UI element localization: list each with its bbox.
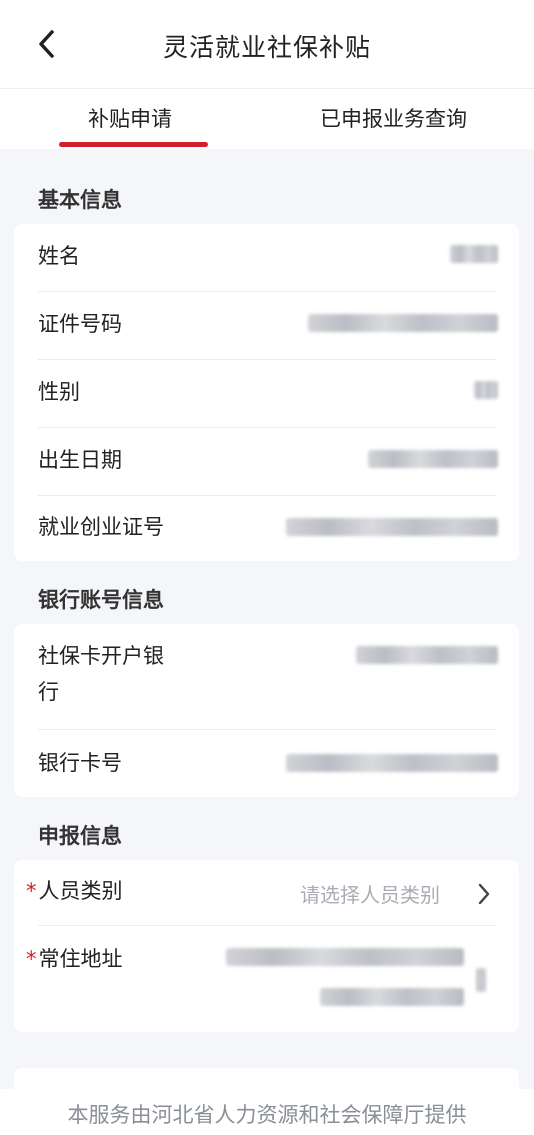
address-value-redacted-line2 xyxy=(320,988,464,1006)
divider xyxy=(38,729,497,730)
field-row-bank[interactable]: 社保卡开户银 行 xyxy=(38,639,164,709)
person-type-select[interactable]: 请选择人员类别 xyxy=(300,879,440,908)
required-mark: * xyxy=(26,879,37,903)
required-mark: * xyxy=(26,947,37,971)
field-label-address: 常住地址 xyxy=(38,947,123,971)
bank-value-redacted xyxy=(356,646,498,664)
field-row-address[interactable]: *常住地址 xyxy=(26,942,123,976)
page-title: 灵活就业社保补贴 xyxy=(162,33,371,62)
section-title-basic: 基本信息 xyxy=(38,188,122,212)
tab-bar: 补贴申请 已申报业务查询 xyxy=(0,89,534,149)
card-number-value-redacted xyxy=(286,754,498,772)
apply-info-card: *人员类别 请选择人员类别 *常住地址 xyxy=(14,860,519,1032)
section-title-apply: 申报信息 xyxy=(38,824,122,848)
field-label-employment-cert: 就业创业证号 xyxy=(38,515,164,539)
address-scroll-redacted xyxy=(476,968,486,992)
divider xyxy=(38,291,497,292)
field-label-name: 姓名 xyxy=(38,244,80,268)
bank-info-card: 社保卡开户银 行 银行卡号 xyxy=(14,624,519,797)
id-number-value-redacted xyxy=(308,314,498,332)
chevron-right-icon xyxy=(478,883,490,905)
birth-date-value-redacted xyxy=(368,450,498,468)
field-label-bank-line1: 社保卡开户银 xyxy=(38,644,164,668)
section-title-bank: 银行账号信息 xyxy=(38,588,164,612)
field-row-name[interactable]: 姓名 xyxy=(38,239,497,273)
divider xyxy=(38,495,497,496)
field-row-gender[interactable]: 性别 xyxy=(38,375,497,409)
field-label-card-number: 银行卡号 xyxy=(38,751,122,775)
field-label-id-number: 证件号码 xyxy=(38,312,122,336)
address-value-redacted-line1 xyxy=(226,948,464,966)
divider xyxy=(38,427,497,428)
divider xyxy=(38,359,497,360)
basic-info-card: 姓名 证件号码 性别 出生日期 就业创业证号 xyxy=(14,224,519,561)
footer: 本服务由河北省人力资源和社会保障厅提供 xyxy=(0,1089,534,1135)
field-row-person-type[interactable]: *人员类别 xyxy=(26,874,123,908)
field-label-birth-date: 出生日期 xyxy=(38,448,122,472)
footer-provider-text: 本服务由河北省人力资源和社会保障厅提供 xyxy=(67,1103,467,1127)
field-label-gender: 性别 xyxy=(38,380,80,404)
top-bar: 灵活就业社保补贴 xyxy=(0,0,534,89)
active-tab-indicator xyxy=(59,142,208,147)
tab-subsidy-apply[interactable]: 补贴申请 xyxy=(88,103,172,133)
name-value-redacted xyxy=(450,245,498,263)
field-label-bank-line2: 行 xyxy=(38,680,59,704)
gender-value-redacted xyxy=(474,381,498,399)
employment-cert-value-redacted xyxy=(286,518,498,536)
field-label-person-type: 人员类别 xyxy=(38,879,123,903)
divider xyxy=(38,925,497,926)
tab-applied-query[interactable]: 已申报业务查询 xyxy=(320,103,467,133)
